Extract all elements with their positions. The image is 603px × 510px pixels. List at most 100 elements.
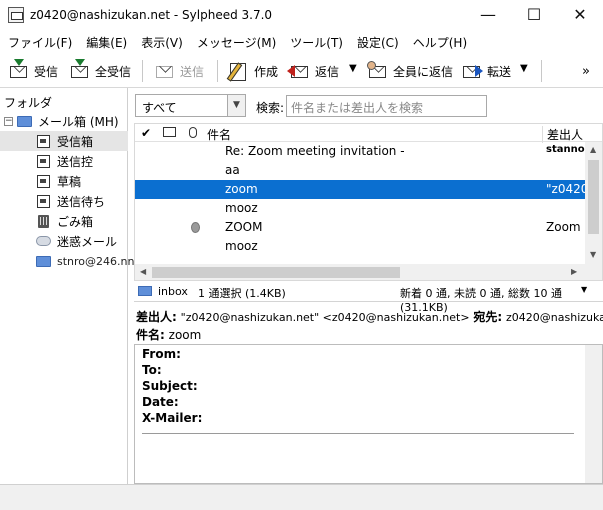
from-label: 差出人: bbox=[136, 310, 177, 324]
to-label: 宛先: bbox=[473, 310, 503, 324]
maximize-button[interactable]: ☐ bbox=[511, 0, 557, 30]
scroll-right-arrow[interactable]: ▶ bbox=[571, 267, 577, 276]
folder-drafts[interactable]: 草稿 bbox=[0, 171, 128, 191]
subject-value: zoom bbox=[168, 328, 202, 342]
bottom-status-bar bbox=[0, 484, 603, 510]
message-list-vertical-scrollbar[interactable]: ▲ ▼ bbox=[585, 142, 602, 264]
search-label: 検索: bbox=[256, 101, 285, 115]
trash-icon bbox=[36, 214, 52, 228]
receive-icon bbox=[8, 59, 30, 81]
menu-help[interactable]: ヘルプ(H) bbox=[413, 34, 467, 51]
compose-button[interactable]: 作成 bbox=[226, 59, 278, 83]
envelope-icon[interactable] bbox=[163, 127, 176, 137]
scrollbar-thumb[interactable] bbox=[588, 160, 599, 234]
reply-all-button[interactable]: 全員に返信 bbox=[367, 59, 453, 83]
window-title: z0420@nashizukan.net - Sylpheed 3.7.0 bbox=[30, 8, 273, 22]
folder-account[interactable]: stnro@246.nn bbox=[0, 251, 134, 271]
folder-pane-header: フォルダ bbox=[4, 96, 53, 110]
forward-icon bbox=[461, 61, 483, 81]
toolbar-separator bbox=[142, 60, 143, 82]
menu-message[interactable]: メッセージ(M) bbox=[197, 34, 276, 51]
compose-icon bbox=[226, 61, 250, 82]
column-from[interactable]: 差出人 bbox=[542, 126, 583, 143]
message-list-header: ✔ 件名 差出人 bbox=[135, 124, 602, 143]
folder-icon bbox=[138, 286, 152, 296]
attachment-icon[interactable] bbox=[189, 127, 197, 138]
forward-button[interactable]: 転送 bbox=[461, 59, 511, 83]
menu-file[interactable]: ファイル(F) bbox=[8, 34, 72, 51]
folder-sent[interactable]: 送信控 bbox=[0, 151, 128, 171]
message-row[interactable]: Re: Zoom meeting invitation - stanno bbox=[135, 142, 587, 161]
message-row[interactable]: mooz bbox=[135, 199, 587, 218]
body-subject-label: Subject: bbox=[142, 379, 198, 393]
toolbar-overflow-button[interactable]: » bbox=[582, 59, 590, 83]
body-date-label: Date: bbox=[142, 395, 179, 409]
attachment-icon bbox=[191, 222, 200, 233]
message-body[interactable]: From: To: Subject: Date: X-Mailer: bbox=[134, 344, 603, 484]
scroll-up-arrow[interactable]: ▲ bbox=[590, 145, 596, 154]
message-list: ✔ 件名 差出人 Re: Zoom meeting invitation - s… bbox=[134, 123, 603, 281]
message-list-horizontal-scrollbar[interactable]: ◀ ▶ bbox=[135, 264, 602, 280]
folder-junk[interactable]: 迷惑メール bbox=[0, 231, 128, 251]
message-row-selected[interactable]: zoom "z0420 bbox=[135, 180, 587, 199]
scroll-left-arrow[interactable]: ◀ bbox=[140, 267, 146, 276]
sent-icon bbox=[36, 154, 52, 168]
body-to-label: To: bbox=[142, 363, 162, 377]
filter-select[interactable]: すべて ▼ bbox=[135, 94, 246, 117]
send-button[interactable]: 送信 bbox=[154, 59, 204, 83]
receive-all-button[interactable]: 全受信 bbox=[69, 59, 131, 83]
from-value: "z0420@nashizukan.net" <z0420@nashizukan… bbox=[180, 311, 470, 324]
reply-button[interactable]: 返信 bbox=[287, 59, 339, 83]
header-divider bbox=[142, 433, 574, 434]
menu-bar: ファイル(F) 編集(E) 表示(V) メッセージ(M) ツール(T) 設定(C… bbox=[0, 30, 603, 54]
minimize-button[interactable]: — bbox=[465, 0, 511, 30]
send-icon bbox=[154, 61, 176, 81]
toolbar-separator bbox=[541, 60, 542, 82]
folder-mailbox-root[interactable]: − メール箱 (MH) bbox=[0, 111, 128, 131]
folder-icon bbox=[36, 254, 52, 268]
folder-pane: フォルダ − メール箱 (MH) 受信箱 送信控 草稿 送信待ち ごみ箱 迷惑メ… bbox=[0, 88, 134, 484]
folder-status-bar: inbox 1 通選択 (1.4KB) 新着 0 通, 未読 0 通, 総数 1… bbox=[134, 282, 603, 314]
column-subject[interactable]: 件名 bbox=[207, 126, 231, 143]
message-header-view: 差出人: "z0420@nashizukan.net" <z0420@nashi… bbox=[134, 305, 603, 345]
junk-icon bbox=[36, 234, 52, 248]
to-value: z0420@nashizukan.net bbox=[506, 311, 603, 324]
toolbar-separator bbox=[217, 60, 218, 82]
body-vertical-scrollbar[interactable] bbox=[585, 345, 602, 483]
reply-dropdown-arrow[interactable]: ▼ bbox=[349, 63, 357, 74]
menu-tools[interactable]: ツール(T) bbox=[290, 34, 343, 51]
scrollbar-thumb[interactable] bbox=[152, 267, 400, 278]
column-mark[interactable]: ✔ bbox=[141, 126, 151, 140]
title-bar: z0420@nashizukan.net - Sylpheed 3.7.0 — … bbox=[0, 0, 603, 30]
search-input[interactable]: 件名または差出人を検索 bbox=[286, 95, 487, 117]
scroll-down-arrow[interactable]: ▼ bbox=[590, 250, 596, 259]
chevron-down-icon[interactable]: ▼ bbox=[227, 95, 245, 116]
collapse-icon[interactable]: − bbox=[4, 116, 13, 126]
body-from-label: From: bbox=[142, 347, 181, 361]
message-row[interactable]: mooz bbox=[135, 237, 587, 256]
receive-button[interactable]: 受信 bbox=[8, 59, 58, 83]
receive-all-icon bbox=[69, 59, 91, 81]
reply-icon bbox=[287, 61, 311, 81]
queue-icon bbox=[36, 194, 52, 208]
reply-all-icon bbox=[367, 61, 389, 81]
chevron-down-icon[interactable]: ▼ bbox=[581, 285, 587, 294]
app-icon bbox=[8, 7, 24, 23]
selection-status: 1 通選択 (1.4KB) bbox=[198, 287, 286, 300]
menu-edit[interactable]: 編集(E) bbox=[86, 34, 127, 51]
forward-dropdown-arrow[interactable]: ▼ bbox=[520, 63, 528, 74]
folder-trash[interactable]: ごみ箱 bbox=[0, 211, 128, 231]
menu-view[interactable]: 表示(V) bbox=[141, 34, 183, 51]
message-row[interactable]: aa bbox=[135, 161, 587, 180]
menu-settings[interactable]: 設定(C) bbox=[357, 34, 399, 51]
folder-inbox[interactable]: 受信箱 bbox=[0, 131, 128, 151]
current-folder: inbox bbox=[158, 285, 188, 298]
message-row[interactable]: ZOOM Zoom bbox=[135, 218, 587, 237]
folder-queue[interactable]: 送信待ち bbox=[0, 191, 128, 211]
search-bar: すべて ▼ 検索: 件名または差出人を検索 bbox=[132, 90, 603, 120]
close-button[interactable]: ✕ bbox=[557, 0, 603, 30]
body-xmailer-label: X-Mailer: bbox=[142, 411, 203, 425]
folder-icon bbox=[17, 114, 33, 128]
drafts-icon bbox=[36, 174, 52, 188]
subject-label: 件名: bbox=[136, 328, 165, 342]
